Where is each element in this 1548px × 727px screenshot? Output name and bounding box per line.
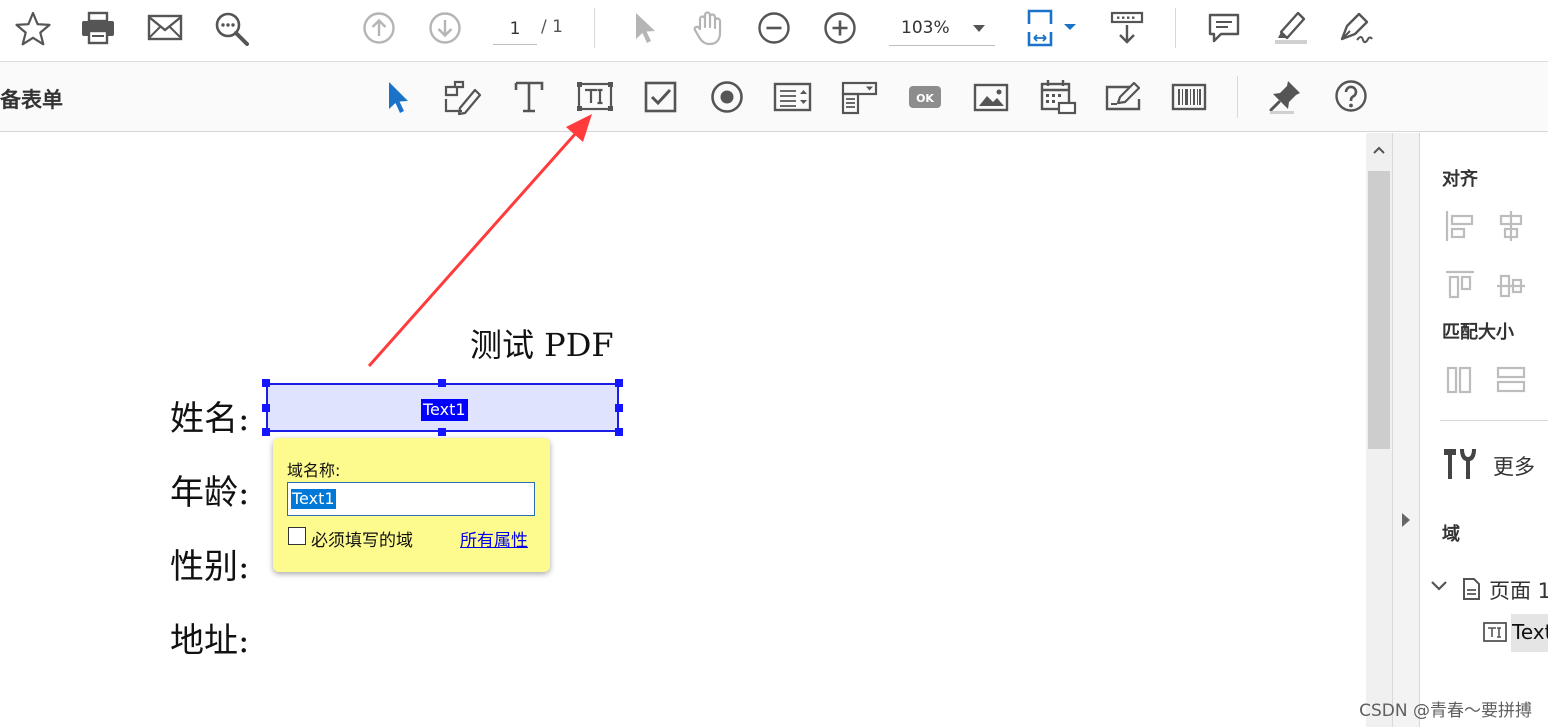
pin-icon[interactable] (1268, 78, 1304, 116)
toolbar-divider (1237, 76, 1238, 118)
page-number-input[interactable] (493, 13, 537, 45)
sign-pen-icon[interactable] (1337, 9, 1377, 47)
panel-divider (1440, 420, 1548, 421)
field-name-tag: Text1 (421, 399, 468, 421)
form-label-name: 姓名: (170, 399, 250, 439)
page-total: / 1 (541, 17, 563, 37)
barcode-tool-icon[interactable] (1170, 81, 1208, 113)
panel-collapse-strip[interactable] (1392, 133, 1420, 727)
checkbox-tool-icon[interactable] (643, 79, 679, 115)
text-field-icon[interactable] (576, 79, 614, 115)
document-canvas[interactable]: 测试 PDF 姓名: 年龄: 性别: 地址: Text1 域名称: Text1 … (0, 133, 1366, 727)
resize-handle-top-left[interactable] (262, 379, 270, 387)
tree-field-node[interactable]: Text (1511, 614, 1548, 652)
ok-button-tool-icon[interactable]: OK (906, 82, 944, 112)
star-icon[interactable] (14, 10, 52, 48)
help-icon[interactable] (1334, 79, 1368, 113)
resize-handle-bottom-left[interactable] (262, 428, 270, 436)
resize-handle-left[interactable] (262, 404, 270, 412)
align-left-icon[interactable] (1444, 209, 1476, 243)
vertical-scrollbar[interactable] (1366, 133, 1392, 727)
tree-field-node-label: Text (1512, 620, 1548, 644)
all-properties-link[interactable]: 所有属性 (460, 526, 528, 551)
field-name-popup: 域名称: Text1 必须填写的域 所有属性 (273, 438, 550, 572)
select-cursor-icon[interactable] (632, 10, 658, 46)
main-toolbar: / 1 103% (0, 0, 1548, 62)
chevron-down-icon[interactable] (1430, 579, 1448, 593)
image-tool-icon[interactable] (972, 81, 1010, 113)
align-heading: 对齐 (1442, 169, 1478, 190)
select-object-icon[interactable] (384, 79, 412, 115)
right-panel: 对齐 匹配大小 更多 域 页面 1 Text (1420, 133, 1548, 727)
resize-handle-top[interactable] (438, 379, 446, 387)
match-width-icon[interactable] (1444, 363, 1476, 397)
highlight-pen-icon[interactable] (1272, 8, 1310, 46)
form-label-age: 年龄: (170, 473, 250, 513)
field-name-input[interactable]: Text1 (287, 482, 535, 516)
fields-heading: 域 (1442, 524, 1460, 545)
required-checkbox[interactable] (288, 527, 306, 545)
toolbar-divider (594, 8, 595, 48)
scroll-up-icon[interactable] (1372, 145, 1386, 155)
watermark-text: CSDN @青春～要拼搏 (1359, 701, 1532, 721)
form-label-gender: 性别: (170, 547, 250, 587)
zoom-out-icon[interactable] (757, 11, 791, 45)
text-field-icon (1482, 621, 1508, 643)
zoom-value: 103% (901, 18, 950, 38)
digital-signature-tool-icon[interactable] (1104, 79, 1144, 115)
form-label-address: 地址: (170, 621, 250, 661)
zoom-in-icon[interactable] (823, 11, 857, 45)
mode-label: 备表单 (0, 88, 63, 112)
print-icon[interactable] (80, 10, 116, 46)
more-tools-label[interactable]: 更多 (1493, 451, 1535, 481)
resize-handle-top-right[interactable] (615, 379, 623, 387)
align-center-icon[interactable] (1495, 209, 1527, 243)
tools-icon[interactable] (1440, 445, 1480, 483)
scroll-mode-icon[interactable] (1110, 10, 1144, 46)
match-size-heading: 匹配大小 (1442, 322, 1514, 343)
required-label: 必须填写的域 (311, 531, 413, 551)
align-top-icon[interactable] (1444, 269, 1476, 303)
radio-button-tool-icon[interactable] (709, 79, 745, 115)
tree-page-node[interactable]: 页面 1 (1489, 575, 1548, 605)
resize-handle-bottom-right[interactable] (615, 428, 623, 436)
next-page-icon[interactable] (428, 11, 462, 45)
expand-panel-icon[interactable] (1400, 511, 1412, 529)
match-height-icon[interactable] (1495, 363, 1527, 397)
zoom-dropdown[interactable]: 103% (889, 12, 995, 46)
align-middle-icon[interactable] (1495, 269, 1527, 303)
search-zoom-icon[interactable] (213, 10, 251, 48)
svg-text:OK: OK (916, 92, 934, 105)
resize-handle-right[interactable] (615, 404, 623, 412)
toolbar-divider (1175, 8, 1176, 48)
comment-icon[interactable] (1207, 11, 1241, 45)
field-name-value: Text1 (291, 489, 336, 509)
date-field-tool-icon[interactable] (1039, 78, 1077, 116)
popup-title: 域名称: (287, 461, 341, 480)
forms-toolbar: 备表单 OK (0, 62, 1548, 132)
scrollbar-thumb[interactable] (1368, 171, 1390, 449)
email-icon[interactable] (147, 13, 183, 43)
resize-handle-bottom[interactable] (438, 428, 446, 436)
list-box-tool-icon[interactable] (773, 80, 813, 114)
hand-tool-icon[interactable] (691, 9, 727, 47)
chevron-down-icon (973, 25, 985, 32)
text-tool-icon[interactable] (512, 79, 546, 115)
edit-form-icon[interactable] (443, 78, 483, 116)
fit-page-icon[interactable] (1025, 8, 1081, 48)
document-title: 测试 PDF (470, 326, 614, 364)
page-icon (1461, 577, 1481, 601)
previous-page-icon[interactable] (362, 11, 396, 45)
dropdown-tool-icon[interactable] (840, 80, 880, 116)
